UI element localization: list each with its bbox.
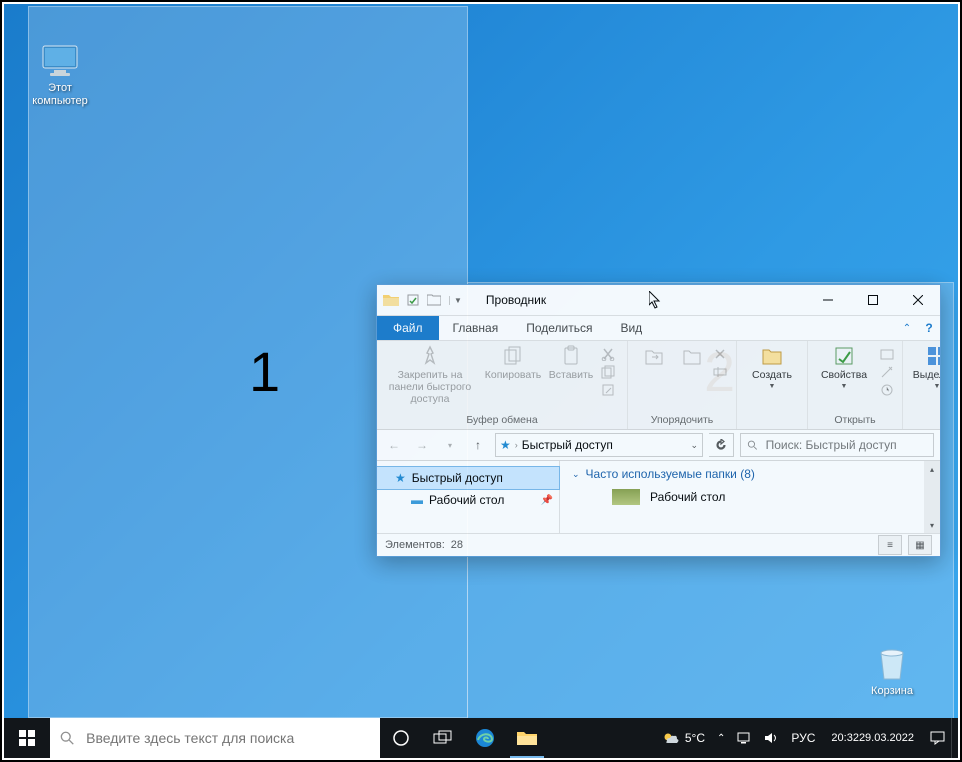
this-pc-icon — [39, 42, 81, 80]
minimize-button[interactable] — [805, 285, 850, 315]
notification-icon — [930, 731, 945, 745]
items-count: 28 — [451, 539, 463, 551]
show-desktop-button[interactable] — [951, 718, 958, 758]
tab-home[interactable]: Главная — [439, 316, 513, 340]
address-dropdown-icon[interactable]: ⌄ — [690, 440, 698, 451]
search-box[interactable] — [740, 433, 934, 457]
star-icon: ★ — [500, 438, 511, 452]
desktop[interactable]: 1 2 Этот компьютер Корзина ▼ Проводник — [4, 4, 958, 758]
cut-icon[interactable] — [601, 347, 615, 361]
qat-dropdown-icon[interactable]: ▼ — [449, 296, 462, 305]
taskbar-explorer[interactable] — [506, 718, 548, 758]
pin-icon: 📌 — [541, 495, 553, 506]
content-pane[interactable]: ⌄ Часто используемые папки (8) Рабочий с… — [560, 461, 940, 533]
qat-properties-icon[interactable] — [407, 294, 419, 306]
start-button[interactable] — [4, 718, 50, 758]
breadcrumb[interactable]: Быстрый доступ — [522, 438, 613, 452]
taskbar-search-input[interactable] — [84, 729, 380, 747]
titlebar[interactable]: ▼ Проводник — [377, 285, 940, 316]
ribbon-tabs: Файл Главная Поделиться Вид ⌃ ? — [377, 316, 940, 341]
pin-to-quick-access-button[interactable]: Закрепить на панели быстрого доступа — [383, 343, 477, 405]
move-to-button[interactable] — [637, 343, 671, 369]
properties-button[interactable]: Свойства ▼ — [816, 343, 872, 393]
tray-network[interactable] — [731, 718, 758, 758]
system-tray: 5°C ⌃ РУС 20:32 29.03.2022 — [656, 718, 958, 758]
search-icon — [60, 730, 74, 746]
cortana-button[interactable] — [380, 718, 422, 758]
window-title: Проводник — [486, 293, 546, 307]
details-view-button[interactable]: ≡ — [878, 535, 902, 555]
organize-group-label: Упорядочить — [634, 414, 730, 427]
open-icon[interactable] — [880, 347, 894, 361]
vertical-scrollbar[interactable]: ▴ ▾ — [924, 461, 940, 533]
action-center-button[interactable] — [924, 718, 951, 758]
scroll-down-button[interactable]: ▾ — [924, 517, 940, 533]
navigation-pane[interactable]: ★ Быстрый доступ ▬ Рабочий стол 📌 — [377, 461, 560, 533]
desktop-icon: ▬ — [411, 493, 423, 507]
edit-icon[interactable] — [880, 365, 894, 379]
explorer-window[interactable]: ▼ Проводник Файл Главная Поделиться Вид … — [376, 284, 941, 557]
copy-button[interactable]: Копировать — [485, 343, 541, 381]
close-button[interactable] — [895, 285, 940, 315]
tab-file[interactable]: Файл — [377, 316, 439, 340]
desktop-icon-this-pc[interactable]: Этот компьютер — [22, 42, 98, 108]
icons-view-button[interactable]: ▦ — [908, 535, 932, 555]
status-bar: Элементов: 28 ≡ ▦ — [377, 533, 940, 556]
nav-desktop[interactable]: ▬ Рабочий стол 📌 — [377, 489, 559, 511]
select-all-button[interactable]: Выделить ▼ — [909, 343, 940, 393]
tab-share[interactable]: Поделиться — [512, 316, 606, 340]
taskbar-edge[interactable] — [464, 718, 506, 758]
annotation-1: 1 — [249, 339, 280, 404]
up-button[interactable]: ↑ — [467, 434, 489, 456]
clipboard-group-label: Буфер обмена — [383, 414, 621, 427]
address-bar[interactable]: ★ › Быстрый доступ ⌄ — [495, 433, 703, 457]
cursor-icon — [649, 291, 663, 309]
paste-button[interactable]: Вставить — [549, 343, 593, 381]
volume-icon — [764, 731, 779, 745]
recycle-bin-icon — [871, 645, 913, 683]
paste-shortcut-icon[interactable] — [601, 383, 615, 397]
navigation-bar: ← → ▾ ↑ ★ › Быстрый доступ ⌄ — [377, 430, 940, 461]
history-icon[interactable] — [880, 383, 894, 397]
desktop-folder-icon — [612, 489, 640, 505]
taskbar-search[interactable] — [50, 718, 380, 758]
tray-chevron[interactable]: ⌃ — [711, 718, 731, 758]
tray-clock[interactable]: 20:32 29.03.2022 — [821, 718, 924, 758]
folder-icon — [383, 293, 399, 307]
forward-button[interactable]: → — [411, 434, 433, 456]
network-icon — [737, 731, 752, 745]
rename-icon[interactable] — [713, 365, 727, 379]
desktop-icon-recycle-bin[interactable]: Корзина — [854, 645, 930, 698]
open-group-label: Открыть — [814, 414, 896, 427]
folder-desktop[interactable]: Рабочий стол — [612, 489, 928, 505]
nav-quick-access[interactable]: ★ Быстрый доступ — [377, 467, 559, 489]
chevron-down-icon: ⌄ — [572, 469, 580, 480]
copy-path-icon[interactable] — [601, 365, 615, 379]
qat-new-folder-icon[interactable] — [427, 294, 441, 306]
weather-icon — [662, 730, 680, 746]
copy-to-button[interactable] — [679, 343, 705, 369]
maximize-button[interactable] — [850, 285, 895, 315]
new-folder-button[interactable]: Создать ▼ — [744, 343, 800, 393]
weather-widget[interactable]: 5°C — [656, 718, 711, 758]
delete-icon[interactable] — [713, 347, 727, 361]
tray-volume[interactable] — [758, 718, 785, 758]
collapse-ribbon-button[interactable]: ⌃ — [896, 316, 918, 340]
search-input[interactable] — [764, 437, 927, 453]
back-button[interactable]: ← — [383, 434, 405, 456]
ribbon: Закрепить на панели быстрого доступа Коп… — [377, 341, 940, 430]
taskbar: 5°C ⌃ РУС 20:32 29.03.2022 — [4, 718, 958, 758]
frequent-folders-header[interactable]: ⌄ Часто используемые папки (8) — [572, 467, 928, 481]
help-button[interactable]: ? — [918, 316, 940, 340]
tray-language[interactable]: РУС — [785, 718, 821, 758]
recent-locations-button[interactable]: ▾ — [439, 434, 461, 456]
refresh-button[interactable] — [709, 433, 734, 457]
scroll-up-button[interactable]: ▴ — [924, 461, 940, 477]
tab-view[interactable]: Вид — [606, 316, 656, 340]
items-label: Элементов: — [385, 539, 445, 551]
search-icon — [747, 439, 758, 451]
task-view-button[interactable] — [422, 718, 464, 758]
star-icon: ★ — [395, 471, 406, 485]
